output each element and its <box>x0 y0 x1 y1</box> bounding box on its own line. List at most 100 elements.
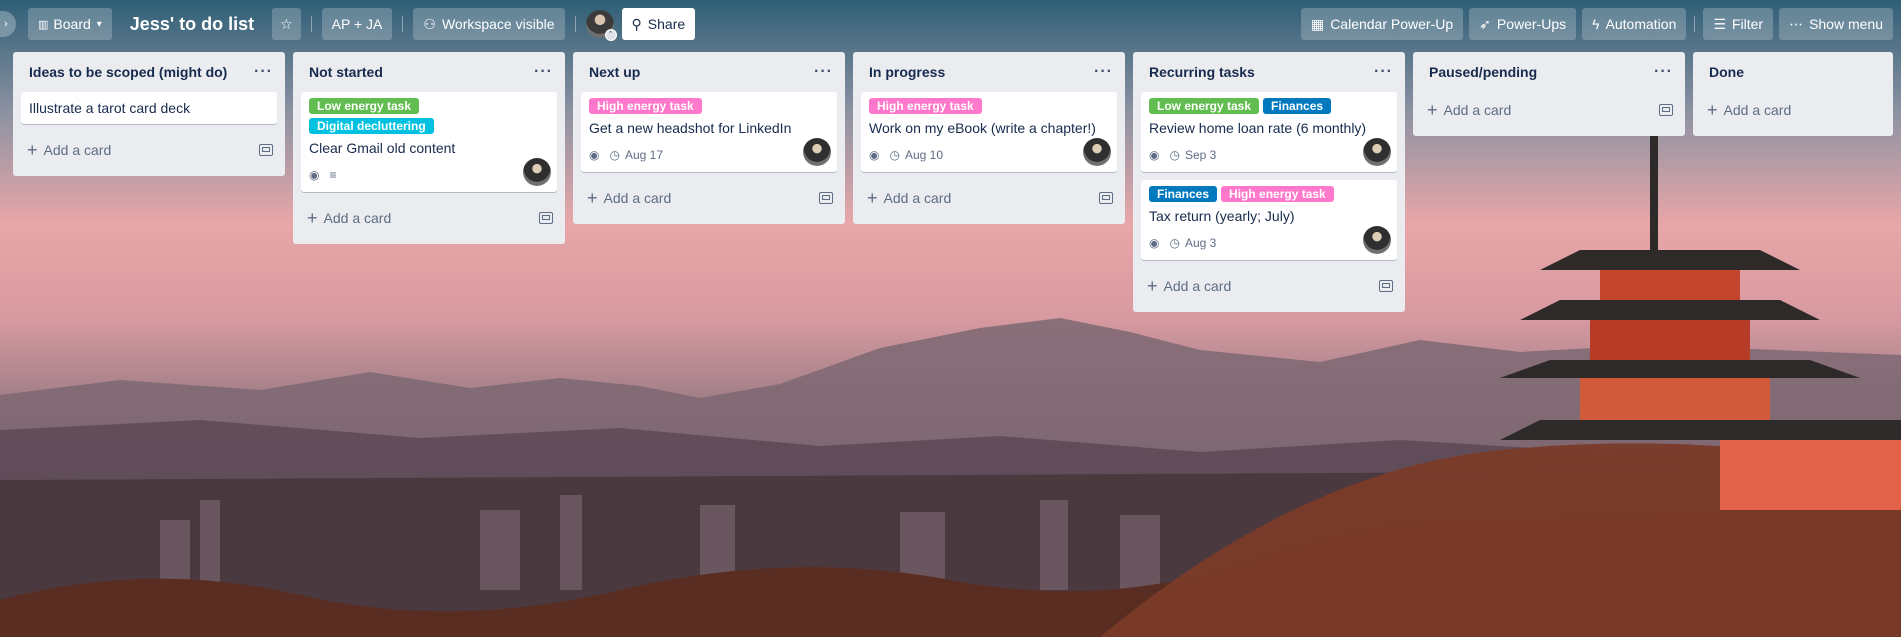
add-card-label: Add a card <box>43 142 112 158</box>
list-header[interactable]: Recurring tasks ··· <box>1141 52 1397 92</box>
view-switcher-button[interactable]: ▥ Board ▾ <box>28 8 112 40</box>
list-header[interactable]: Not started ··· <box>301 52 557 92</box>
show-menu-button[interactable]: ⋯ Show menu <box>1779 8 1893 40</box>
card-template-icon[interactable] <box>819 192 833 204</box>
card-member-avatar[interactable] <box>1083 138 1111 166</box>
list-menu-icon[interactable]: ··· <box>1654 63 1673 81</box>
card-member-avatar[interactable] <box>1363 226 1391 254</box>
card-member-avatar[interactable] <box>1363 138 1391 166</box>
board-title[interactable]: Jess' to do list <box>120 14 264 35</box>
header-divider <box>402 16 404 32</box>
calendar-powerup-button[interactable]: ▦ Calendar Power-Up <box>1300 8 1464 40</box>
card-template-icon[interactable] <box>539 212 553 224</box>
card-label[interactable]: Low energy task <box>309 98 420 114</box>
card-title: Tax return (yearly; July) <box>1149 208 1295 224</box>
add-card-row: + Add a card <box>1701 92 1885 128</box>
share-label: Share <box>647 16 686 32</box>
card[interactable]: Finances High energy task Tax return (ye… <box>1141 180 1397 260</box>
filter-button[interactable]: ☰ Filter <box>1703 8 1774 40</box>
header-divider <box>574 16 576 32</box>
header-right-group: ▦ Calendar Power-Up ➶ Power-Ups ϟ Automa… <box>1300 8 1893 40</box>
members-label: AP + JA <box>331 16 383 32</box>
card[interactable]: High energy task Get a new headshot for … <box>581 92 837 172</box>
add-card-button[interactable]: + Add a card <box>1147 277 1231 295</box>
card-label[interactable]: Finances <box>1263 98 1332 114</box>
workspace-members-button[interactable]: AP + JA <box>321 8 393 40</box>
add-card-button[interactable]: + Add a card <box>867 189 951 207</box>
share-button[interactable]: ⚲ Share <box>621 8 696 40</box>
card[interactable]: High energy task Work on my eBook (write… <box>861 92 1117 172</box>
add-card-label: Add a card <box>323 210 392 226</box>
clock-icon: ◷ <box>609 148 620 162</box>
list-title[interactable]: Paused/pending <box>1429 64 1537 80</box>
list-header[interactable]: Next up ··· <box>581 52 837 92</box>
list-header[interactable]: Done <box>1701 52 1885 92</box>
card-labels: High energy task <box>589 98 829 114</box>
star-button[interactable]: ☆ <box>272 8 301 40</box>
card[interactable]: Low energy task Finances Review home loa… <box>1141 92 1397 172</box>
due-date-badge[interactable]: ◷ Aug 17 <box>609 148 663 162</box>
list-title[interactable]: Ideas to be scoped (might do) <box>29 64 227 80</box>
eye-icon: ◉ <box>1149 148 1160 162</box>
add-card-label: Add a card <box>1723 102 1792 118</box>
add-card-row: + Add a card <box>861 180 1117 216</box>
card-member-avatar[interactable] <box>523 158 551 186</box>
card-label[interactable]: High energy task <box>869 98 982 114</box>
card-template-icon[interactable] <box>1659 104 1673 116</box>
list-title[interactable]: In progress <box>869 64 945 80</box>
card-template-icon[interactable] <box>1379 280 1393 292</box>
card-label[interactable]: Digital decluttering <box>309 118 434 134</box>
header-divider <box>310 16 312 32</box>
people-icon: ⚇ <box>423 15 436 32</box>
list-header[interactable]: Paused/pending ··· <box>1421 52 1677 92</box>
card-title: Clear Gmail old content <box>309 140 456 156</box>
visibility-button[interactable]: ⚇ Workspace visible <box>413 8 565 40</box>
description-icon: ≡ <box>329 168 337 182</box>
add-card-button[interactable]: + Add a card <box>27 141 111 159</box>
card-label[interactable]: High energy task <box>1221 186 1334 202</box>
due-date-badge[interactable]: ◷ Aug 10 <box>889 148 943 162</box>
list-header[interactable]: In progress ··· <box>861 52 1117 92</box>
plus-icon: + <box>27 140 38 160</box>
automation-button[interactable]: ϟ Automation <box>1582 8 1687 40</box>
add-card-button[interactable]: + Add a card <box>307 209 391 227</box>
list-paused-pending: Paused/pending ··· + Add a card <box>1413 52 1685 136</box>
due-date-badge[interactable]: ◷ Aug 3 <box>1169 236 1216 250</box>
list-menu-icon[interactable]: ··· <box>1094 63 1113 81</box>
list-menu-icon[interactable]: ··· <box>534 63 553 81</box>
due-date: Aug 10 <box>904 148 944 162</box>
power-ups-button[interactable]: ➶ Power-Ups <box>1469 8 1577 40</box>
eye-icon: ◉ <box>1149 236 1160 250</box>
sidebar-toggle-icon[interactable]: › <box>0 11 16 37</box>
card-labels: Low energy task Digital decluttering <box>309 98 549 134</box>
card-label[interactable]: Finances <box>1149 186 1218 202</box>
card[interactable]: Illustrate a tarot card deck <box>21 92 277 124</box>
card-label[interactable]: High energy task <box>589 98 702 114</box>
add-card-button[interactable]: + Add a card <box>587 189 671 207</box>
card-template-icon[interactable] <box>259 144 273 156</box>
add-card-button[interactable]: + Add a card <box>1707 101 1791 119</box>
card-member-avatar[interactable] <box>803 138 831 166</box>
add-card-row: + Add a card <box>1421 92 1677 128</box>
due-date-badge[interactable]: ◷ Sep 3 <box>1169 148 1216 162</box>
due-date: Aug 17 <box>624 148 664 162</box>
add-card-button[interactable]: + Add a card <box>1427 101 1511 119</box>
list-header[interactable]: Ideas to be scoped (might do) ··· <box>21 52 277 92</box>
plus-icon: + <box>587 188 598 208</box>
card-labels: Finances High energy task <box>1149 186 1389 202</box>
list-title[interactable]: Done <box>1709 64 1744 80</box>
card-label[interactable]: Low energy task <box>1149 98 1260 114</box>
list-menu-icon[interactable]: ··· <box>814 63 833 81</box>
admin-badge-icon: ⌃ <box>604 29 617 41</box>
card-template-icon[interactable] <box>1099 192 1113 204</box>
eye-icon: ◉ <box>309 168 320 182</box>
rocket-icon: ➶ <box>1479 15 1491 32</box>
card[interactable]: Low energy task Digital decluttering Cle… <box>301 92 557 192</box>
list-menu-icon[interactable]: ··· <box>1374 63 1393 81</box>
list-title[interactable]: Next up <box>589 64 640 80</box>
list-menu-icon[interactable]: ··· <box>254 63 273 81</box>
member-avatar[interactable]: ⌃ <box>585 10 617 41</box>
list-title[interactable]: Recurring tasks <box>1149 64 1255 80</box>
list-title[interactable]: Not started <box>309 64 383 80</box>
calendar-label: Calendar Power-Up <box>1330 16 1454 32</box>
